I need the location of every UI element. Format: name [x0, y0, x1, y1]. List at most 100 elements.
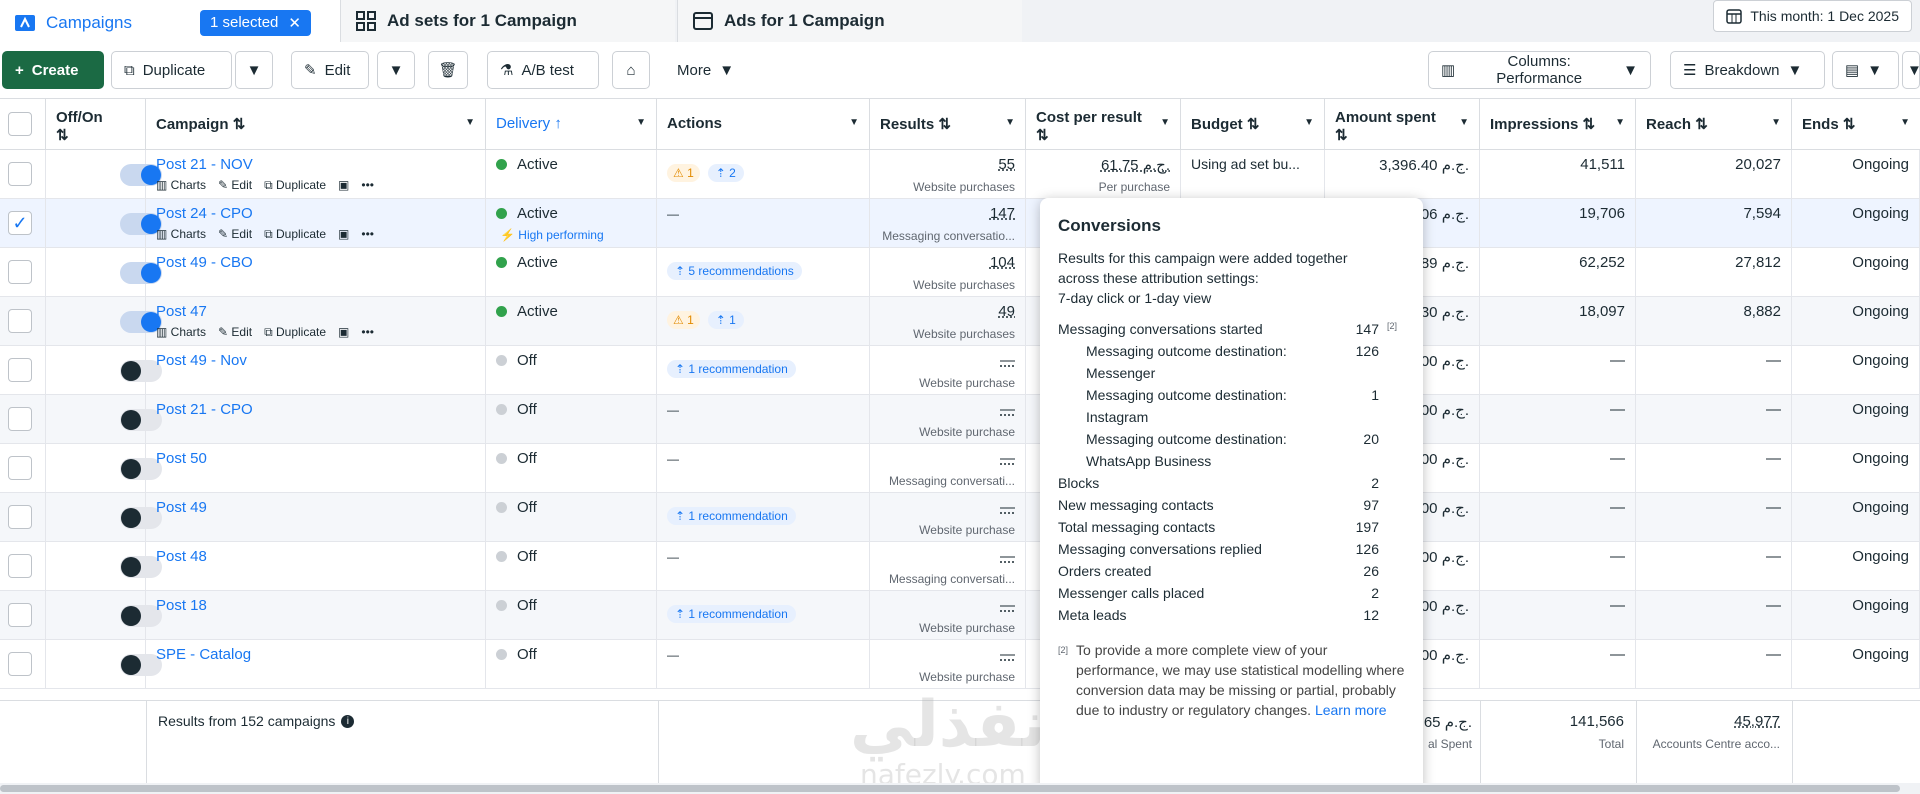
duplicate-quick-action[interactable]: ⧉ Duplicate [264, 325, 326, 340]
row-checkbox[interactable] [8, 456, 32, 480]
header-ends[interactable]: Ends ⇅ ▼ [1792, 99, 1920, 151]
row-checkbox[interactable] [8, 603, 32, 627]
edit-quick-action[interactable]: ✎ Edit [218, 178, 252, 193]
impressions-value: — [1610, 499, 1625, 516]
columns-button[interactable]: ▥ Columns: Performance ▼ [1428, 51, 1651, 89]
row-checkbox[interactable] [8, 309, 32, 333]
row-checkbox[interactable] [8, 407, 32, 431]
table-row[interactable]: Post 50 Off — — Messaging conversati... 00 ج.… [0, 444, 1920, 493]
table-row[interactable]: Post 49 - Nov Off ⇡ 1 recommendation — Websi… [0, 346, 1920, 395]
campaign-name-link[interactable]: Post 49 [156, 499, 207, 516]
date-range-picker[interactable]: This month: 1 Dec 2025 [1713, 0, 1912, 32]
charts-quick-action[interactable]: ▥ Charts [156, 325, 206, 340]
delete-button[interactable]: 🗑 [428, 51, 468, 89]
campaign-name-link[interactable]: SPE - Catalog [156, 646, 251, 663]
more-button[interactable]: More ▼ [665, 51, 745, 89]
toolbar-overflow-button[interactable]: ▼ [1902, 51, 1920, 89]
campaign-name-link[interactable]: Post 47 [156, 303, 207, 320]
create-button[interactable]: + Create [2, 51, 104, 89]
campaign-name-link[interactable]: Post 21 - CPO [156, 401, 253, 418]
cell-act: — [657, 640, 870, 689]
table-row[interactable]: Post 47 ▥ Charts ✎ Edit ⧉ Duplicate ▣ ••• Acti… [0, 297, 1920, 346]
breakdown-button[interactable]: ☰ Breakdown ▼ [1670, 51, 1825, 89]
learn-more-link[interactable]: Learn more [1315, 702, 1387, 718]
campaign-name-link[interactable]: Post 21 - NOV [156, 156, 253, 173]
header-amount-spent[interactable]: Amount spent ⇅ ▼ [1325, 99, 1480, 151]
cell-reach: — [1636, 346, 1792, 395]
select-all-checkbox[interactable] [8, 112, 32, 136]
campaign-name-link[interactable]: Post 49 - Nov [156, 352, 247, 369]
table-row[interactable]: SPE - Catalog Off — — Website purchase 00 ج.م… [0, 640, 1920, 689]
row-checkbox[interactable] [8, 505, 32, 529]
table-row[interactable]: Post 49 Off ⇡ 1 recommendation — Website pur… [0, 493, 1920, 542]
campaign-name-link[interactable]: Post 50 [156, 450, 207, 467]
tag-button[interactable]: ⌂ [612, 51, 650, 89]
tab-campaigns[interactable]: Campaigns 1 selected ✕ [0, 0, 340, 42]
recommendations-badge[interactable]: ⇡ 1 recommendation [667, 507, 796, 525]
charts-quick-action[interactable]: ▥ Charts [156, 178, 206, 193]
more-dots-icon[interactable]: ••• [361, 325, 374, 340]
charts-quick-action[interactable]: ▥ Charts [156, 227, 206, 242]
campaign-name-link[interactable]: Post 49 - CBO [156, 254, 253, 271]
row-checkbox[interactable] [8, 554, 32, 578]
row-checkbox[interactable] [8, 162, 32, 186]
header-offon[interactable]: Off/On ⇅ [46, 99, 146, 151]
tab-ads[interactable]: Ads for 1 Campaign [677, 0, 1022, 42]
row-checkbox[interactable] [8, 260, 32, 284]
edit-dropdown-button[interactable]: ▼ [377, 51, 415, 89]
image-icon[interactable]: ▣ [338, 178, 349, 193]
edit-quick-action[interactable]: ✎ Edit [218, 227, 252, 242]
header-select-all[interactable] [0, 99, 46, 151]
table-row[interactable]: Post 21 - CPO Off — — Website purchase 00 ج.م… [0, 395, 1920, 444]
warning-badge[interactable]: ⚠ 1 [667, 311, 700, 329]
duplicate-dropdown-button[interactable]: ▼ [235, 51, 273, 89]
table-row[interactable]: Post 48 Off — — Messaging conversati... 00 ج.… [0, 542, 1920, 591]
campaign-name-link[interactable]: Post 24 - CPO [156, 205, 253, 222]
row-checkbox[interactable] [8, 652, 32, 676]
horizontal-scrollbar[interactable] [0, 783, 1920, 794]
recommendations-badge[interactable]: ⇡ 1 recommendation [667, 360, 796, 378]
reports-button[interactable]: ▤ ▼ [1832, 51, 1899, 89]
header-delivery[interactable]: Delivery ↑ ▼ [486, 99, 657, 151]
ab-test-button[interactable]: ⚗ A/B test [487, 51, 599, 89]
row-checkbox[interactable]: ✓ [8, 211, 32, 235]
header-actions[interactable]: Actions ▼ [657, 99, 870, 151]
row-checkbox[interactable] [8, 358, 32, 382]
header-reach[interactable]: Reach ⇅ ▼ [1636, 99, 1792, 151]
header-budget[interactable]: Budget ⇅ ▼ [1181, 99, 1325, 151]
table-row[interactable]: Post 18 Off ⇡ 1 recommendation — Website pur… [0, 591, 1920, 640]
recommendations-badge[interactable]: ⇡ 1 recommendation [667, 605, 796, 623]
warning-badge[interactable]: ⚠ 1 [667, 164, 700, 182]
delivery-label: Off [517, 352, 537, 369]
edit-quick-action[interactable]: ✎ Edit [218, 325, 252, 340]
more-dots-icon[interactable]: ••• [361, 178, 374, 193]
scrollbar-thumb[interactable] [0, 785, 1900, 792]
table-row[interactable]: Post 21 - NOV ▥ Charts ✎ Edit ⧉ Duplicate ▣ •… [0, 150, 1920, 199]
cell-del: Off [486, 493, 657, 542]
campaign-name-link[interactable]: Post 18 [156, 597, 207, 614]
recommendation-badge[interactable]: ⇡ 2 [707, 164, 744, 182]
header-campaign[interactable]: Campaign ⇅ ▼ [146, 99, 486, 151]
sort-icon: ⇅ [1582, 116, 1596, 133]
duplicate-quick-action[interactable]: ⧉ Duplicate [264, 178, 326, 193]
duplicate-button[interactable]: ⧉ Duplicate [111, 51, 232, 89]
cell-act: — [657, 199, 870, 248]
table-row[interactable]: ✓ Post 24 - CPO ▥ Charts ✎ Edit ⧉ Duplicate ▣… [0, 199, 1920, 248]
tab-adsets[interactable]: Ad sets for 1 Campaign [340, 0, 675, 42]
info-icon[interactable]: i [341, 714, 355, 728]
campaign-name-link[interactable]: Post 48 [156, 548, 207, 565]
image-icon[interactable]: ▣ [338, 325, 349, 340]
header-cost-per-result[interactable]: Cost per result ⇅ ▼ [1026, 99, 1181, 151]
recommendation-badge[interactable]: ⇡ 1 [707, 311, 744, 329]
header-results[interactable]: Results ⇅ ▼ [870, 99, 1026, 151]
clear-selection-icon[interactable]: ✕ [288, 14, 301, 32]
selected-pill[interactable]: 1 selected ✕ [200, 9, 311, 36]
recommendations-badge[interactable]: ⇡ 5 recommendations [667, 262, 802, 280]
more-dots-icon[interactable]: ••• [361, 227, 374, 242]
image-icon[interactable]: ▣ [338, 227, 349, 242]
table-row[interactable]: Post 49 - CBO Active ⇡ 5 recommendations 10… [0, 248, 1920, 297]
cell-act: — [657, 444, 870, 493]
edit-button[interactable]: ✎ Edit [291, 51, 369, 89]
header-impressions[interactable]: Impressions ⇅ ▼ [1480, 99, 1636, 151]
duplicate-quick-action[interactable]: ⧉ Duplicate [264, 227, 326, 242]
